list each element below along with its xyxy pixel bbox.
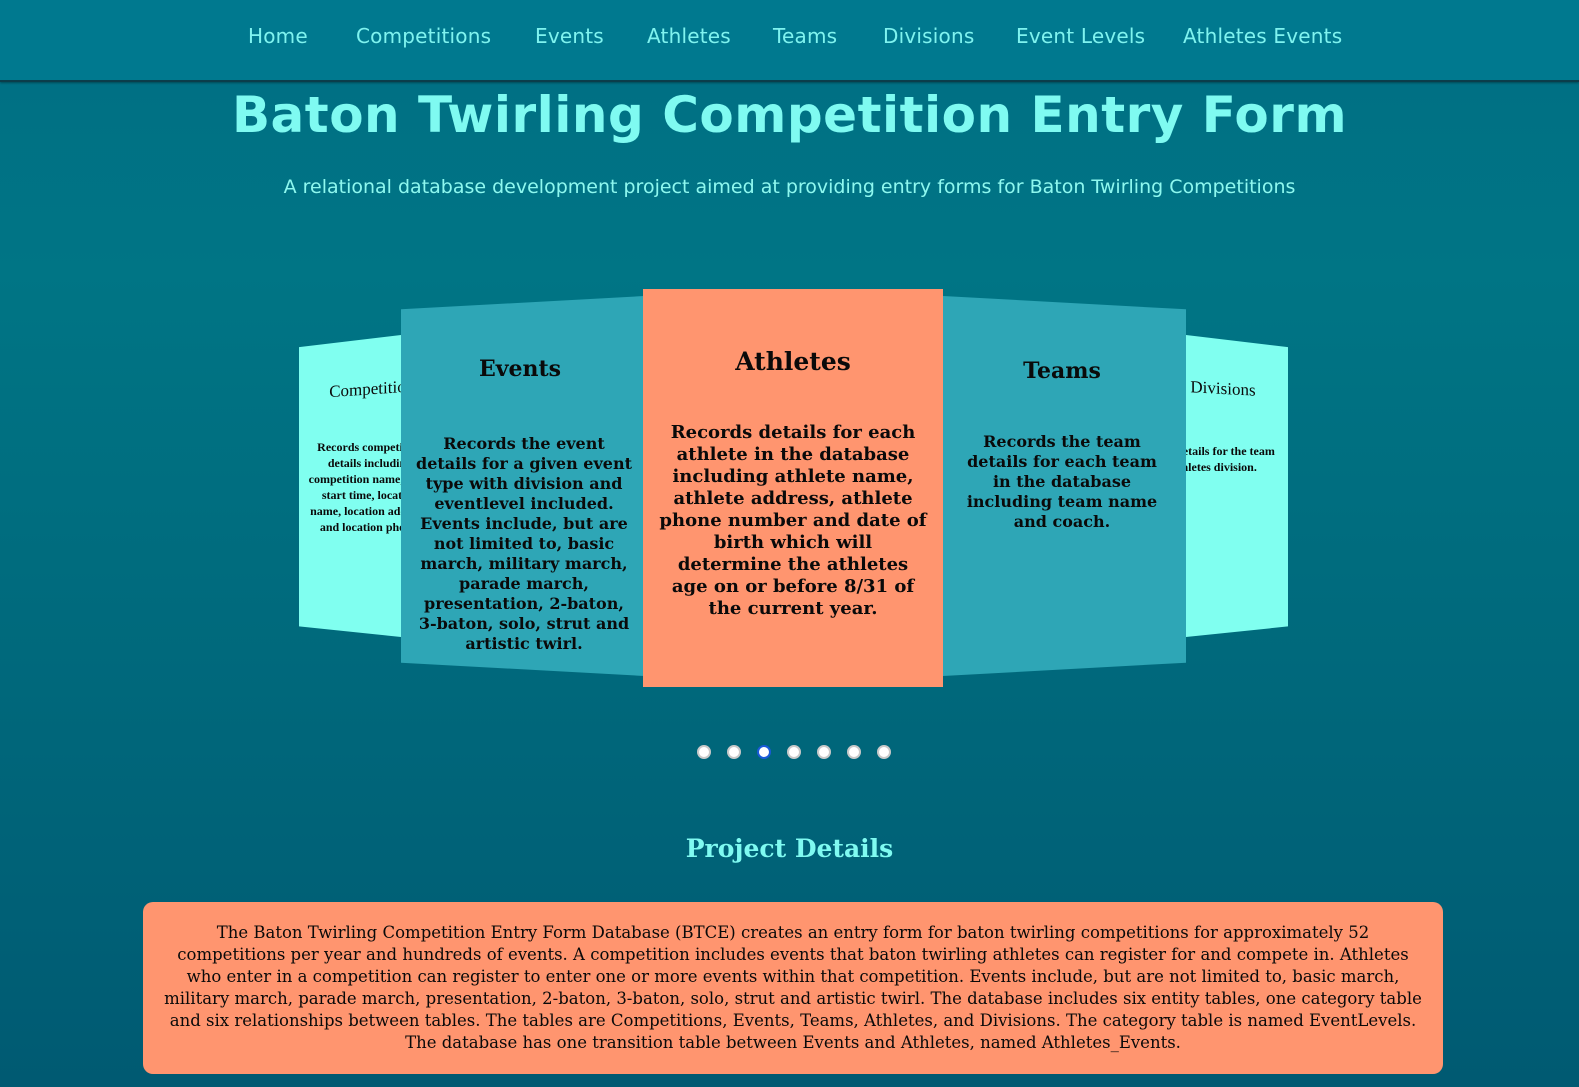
- panel-content: Teams Records the team details for each …: [957, 358, 1167, 532]
- panel-title: Divisions: [1190, 377, 1256, 400]
- carousel-panel-competitions[interactable]: Competitions Records competition details…: [299, 335, 401, 637]
- project-details-card: The Baton Twirling Competition Entry For…: [143, 902, 1443, 1074]
- carousel-dot-1[interactable]: [697, 745, 711, 759]
- carousel-panel-athletes[interactable]: Athletes Records details for each athlet…: [643, 289, 943, 687]
- project-details-title: Project Details: [685, 834, 894, 863]
- carousel-dot-4[interactable]: [787, 745, 801, 759]
- panel-description: Records the event details for a given ev…: [416, 434, 632, 653]
- carousel-dot-6[interactable]: [847, 745, 861, 759]
- nav-link-divisions[interactable]: Divisions: [883, 24, 974, 48]
- nav-link-teams[interactable]: Teams: [773, 24, 837, 48]
- panel-title: Athletes: [735, 347, 851, 376]
- nav-link-competitions[interactable]: Competitions: [356, 24, 491, 48]
- panel-title: Events: [478, 356, 562, 382]
- panel-description: Records competition details including co…: [308, 440, 401, 534]
- carousel-panel-divisions[interactable]: Divisions Records details for the team a…: [1186, 335, 1288, 637]
- carousel-dot-7[interactable]: [877, 745, 891, 759]
- panel-content: Events Records the event details for a g…: [415, 356, 633, 654]
- page-subtitle: A relational database development projec…: [283, 176, 1296, 198]
- panel-description: Records details for the team and athlete…: [1186, 444, 1275, 474]
- panel-description: Records the team details for each team i…: [966, 432, 1158, 531]
- nav-link-events[interactable]: Events: [535, 24, 604, 48]
- carousel-panel-events[interactable]: Events Records the event details for a g…: [401, 296, 644, 676]
- carousel-dot-3[interactable]: [757, 745, 771, 759]
- panel-content: Competitions Records competition details…: [305, 376, 401, 535]
- nav-link-home[interactable]: Home: [248, 24, 308, 48]
- nav-link-athletes-events[interactable]: Athletes Events: [1183, 24, 1342, 48]
- top-navbar: Home Competitions Events Athletes Teams …: [0, 0, 1579, 82]
- carousel-panel-teams[interactable]: Teams Records the team details for each …: [943, 296, 1186, 676]
- carousel-dot-5[interactable]: [817, 745, 831, 759]
- panel-content: Athletes Records details for each athlet…: [659, 347, 927, 620]
- nav-link-event-levels[interactable]: Event Levels: [1016, 24, 1145, 48]
- panel-description: Records details for each athlete in the …: [659, 422, 927, 619]
- page-title: Baton Twirling Competition Entry Form: [231, 86, 1348, 144]
- panel-title: Competitions: [329, 375, 401, 402]
- carousel-dot-2[interactable]: [727, 745, 741, 759]
- panel-title: Teams: [1023, 358, 1101, 384]
- nav-link-athletes[interactable]: Athletes: [647, 24, 731, 48]
- project-details-text: The Baton Twirling Competition Entry For…: [164, 923, 1422, 1052]
- panel-content: Divisions Records details for the team a…: [1186, 377, 1278, 475]
